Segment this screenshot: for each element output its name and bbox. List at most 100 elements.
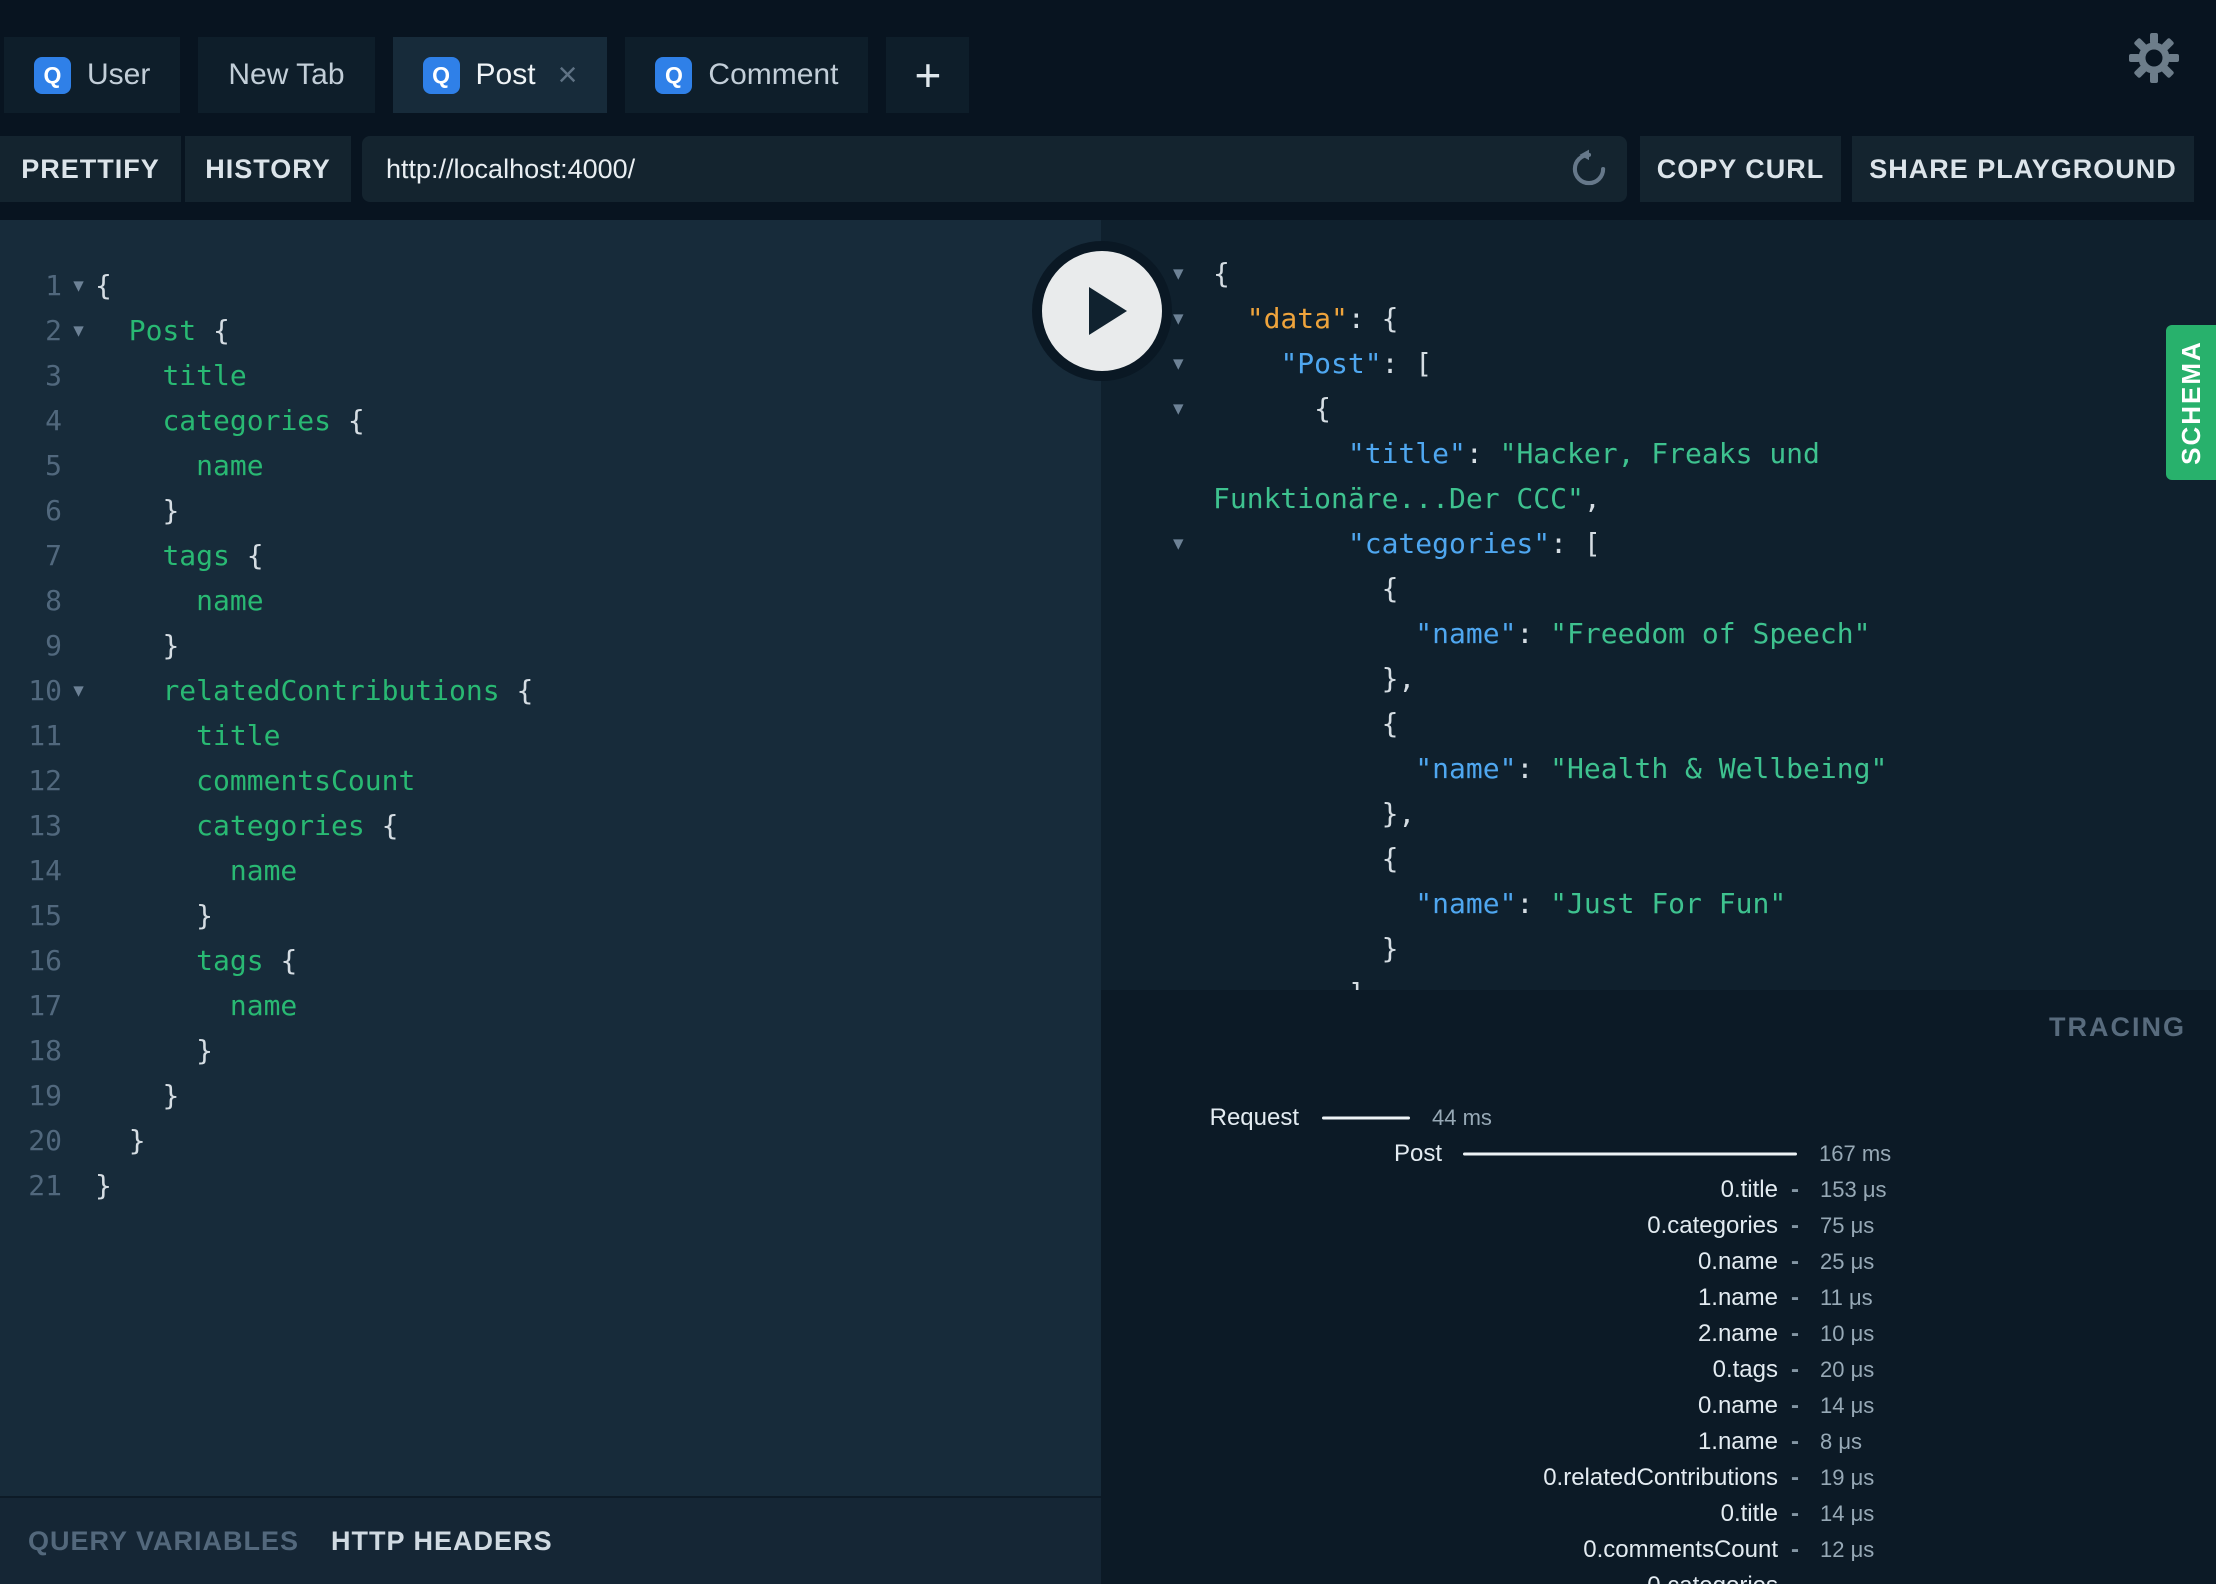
- trace-dash: -: [1791, 1320, 1799, 1347]
- code-text: "name": "Health & Wellbeing": [1415, 752, 1888, 785]
- query-line: 19 }: [0, 1073, 1101, 1118]
- line-number: 15: [28, 899, 62, 932]
- trace-duration-value: 44 ms: [1432, 1105, 1492, 1130]
- line-number: 16: [28, 944, 62, 977]
- history-button[interactable]: HISTORY: [185, 136, 351, 202]
- code-text: commentsCount: [196, 764, 416, 797]
- copy-curl-button[interactable]: COPY CURL: [1640, 136, 1841, 202]
- response-line: ▾ {: [1101, 386, 2216, 431]
- code-text: title: [162, 359, 247, 392]
- tab-new-tab[interactable]: New Tab: [198, 37, 375, 113]
- tab-label: User: [87, 58, 151, 91]
- line-number: 2: [45, 314, 62, 347]
- play-icon: [1089, 287, 1127, 335]
- response-line: "title": "Hacker, Freaks und: [1101, 431, 2216, 476]
- code-text: }: [196, 899, 214, 932]
- trace-dash: -: [1791, 1572, 1799, 1584]
- trace-duration-bar: [1463, 1152, 1797, 1156]
- trace-span-label: Post: [1393, 1140, 1442, 1167]
- trace-span-label: 0.relatedContributions: [1543, 1464, 1778, 1491]
- query-line: 1 ▾{: [0, 263, 1101, 308]
- fold-toggle-icon: [62, 1163, 95, 1208]
- schema-tab-button[interactable]: SCHEMA: [2166, 325, 2216, 480]
- execute-query-button[interactable]: [1032, 241, 1172, 381]
- query-line: 15 }: [0, 893, 1101, 938]
- line-number: 7: [45, 539, 62, 572]
- trace-dash: -: [1791, 1464, 1799, 1491]
- graphql-playground: Q User New Tab Q Post × Q Comment + PRET…: [0, 0, 2216, 1584]
- code-text: categories {: [196, 809, 399, 842]
- query-variables-tab[interactable]: QUERY VARIABLES: [28, 1526, 299, 1557]
- code-text: {: [1381, 842, 1399, 875]
- code-text: name: [196, 449, 264, 482]
- response-line: ▾{: [1101, 251, 2216, 296]
- fold-toggle-icon[interactable]: ▾: [1173, 386, 1184, 431]
- code-text: }: [95, 1169, 112, 1202]
- line-number: 18: [28, 1034, 62, 1067]
- fold-toggle-icon[interactable]: ▾: [62, 263, 95, 308]
- tab-post[interactable]: Q Post ×: [392, 37, 608, 113]
- fold-toggle-icon: [62, 353, 95, 398]
- trace-span-row: 0.tags -20 μs: [1101, 1352, 2216, 1388]
- line-number: 3: [45, 359, 62, 392]
- code-text: {: [1213, 257, 1230, 290]
- query-editor[interactable]: 1 ▾{2 ▾ Post {3 title 4 categories {5 name 6…: [0, 220, 1101, 1496]
- fold-toggle-icon[interactable]: ▾: [62, 668, 95, 713]
- trace-span-row: 0.categories -: [1101, 1568, 2216, 1584]
- fold-toggle-icon: [62, 983, 95, 1028]
- trace-dash: -: [1791, 1248, 1799, 1275]
- fold-toggle-icon: [62, 398, 95, 443]
- tab-label: Comment: [708, 58, 839, 91]
- trace-duration-value: 11 μs: [1820, 1285, 1873, 1310]
- trace-span-row: 1.name -11 μs: [1101, 1280, 2216, 1316]
- code-text: categories {: [162, 404, 365, 437]
- fold-toggle-icon: [62, 488, 95, 533]
- trace-duration-value: 19 μs: [1820, 1465, 1875, 1490]
- tab-label: Post: [475, 58, 536, 91]
- fold-toggle-icon: [62, 578, 95, 623]
- trace-span-row: 0.commentsCount -12 μs: [1101, 1532, 2216, 1568]
- header: Q User New Tab Q Post × Q Comment + PRET…: [0, 0, 2216, 220]
- settings-gear-icon[interactable]: [2128, 32, 2180, 84]
- trace-rows: Request 44 ms Post 167 ms 0.title -153 μs 0.ca…: [1101, 1100, 2216, 1584]
- prettify-button[interactable]: PRETTIFY: [0, 136, 181, 202]
- query-line: 21}: [0, 1163, 1101, 1208]
- url-input[interactable]: [362, 136, 1569, 202]
- fold-toggle-icon: [62, 848, 95, 893]
- new-tab-button[interactable]: +: [886, 37, 970, 113]
- tab-comment[interactable]: Q Comment: [625, 37, 869, 113]
- response-line: ▾ "categories": [: [1101, 521, 2216, 566]
- share-playground-button[interactable]: SHARE PLAYGROUND: [1852, 136, 2194, 202]
- response-line: "name": "Freedom of Speech": [1101, 611, 2216, 656]
- fold-toggle-icon[interactable]: ▾: [1173, 521, 1184, 566]
- trace-span-row: 0.name -25 μs: [1101, 1244, 2216, 1280]
- fold-toggle-icon: [62, 758, 95, 803]
- fold-toggle-icon: [62, 713, 95, 758]
- response-line: },: [1101, 791, 2216, 836]
- response-line: {: [1101, 701, 2216, 746]
- trace-duration-value: 167 ms: [1819, 1141, 1892, 1166]
- close-tab-icon[interactable]: ×: [558, 58, 578, 92]
- code-text: name: [229, 854, 298, 887]
- tab-bar: Q User New Tab Q Post × Q Comment +: [4, 37, 970, 113]
- http-headers-tab[interactable]: HTTP HEADERS: [331, 1526, 553, 1557]
- tab-user[interactable]: Q User: [4, 37, 181, 113]
- query-line: 11 title: [0, 713, 1101, 758]
- code-text: {: [1381, 707, 1399, 740]
- reload-icon[interactable]: [1569, 149, 1609, 189]
- line-number: 10: [28, 674, 62, 707]
- response-line: ]: [1101, 971, 2216, 990]
- code-text: tags {: [196, 944, 298, 977]
- trace-span-row: Post 167 ms: [1101, 1136, 2216, 1172]
- fold-toggle-icon[interactable]: ▾: [1173, 296, 1184, 341]
- code-text: "name": "Freedom of Speech": [1415, 617, 1871, 650]
- query-line: 2 ▾ Post {: [0, 308, 1101, 353]
- fold-toggle-icon[interactable]: ▾: [1173, 251, 1184, 296]
- trace-span-label: 0.title: [1720, 1176, 1778, 1203]
- line-number: 8: [45, 584, 62, 617]
- trace-duration-value: 14 μs: [1820, 1501, 1875, 1526]
- trace-span-label: 0.title: [1720, 1500, 1778, 1527]
- response-line: "name": "Health & Wellbeing": [1101, 746, 2216, 791]
- fold-toggle-icon[interactable]: ▾: [62, 308, 95, 353]
- fold-toggle-icon[interactable]: ▾: [1173, 341, 1184, 386]
